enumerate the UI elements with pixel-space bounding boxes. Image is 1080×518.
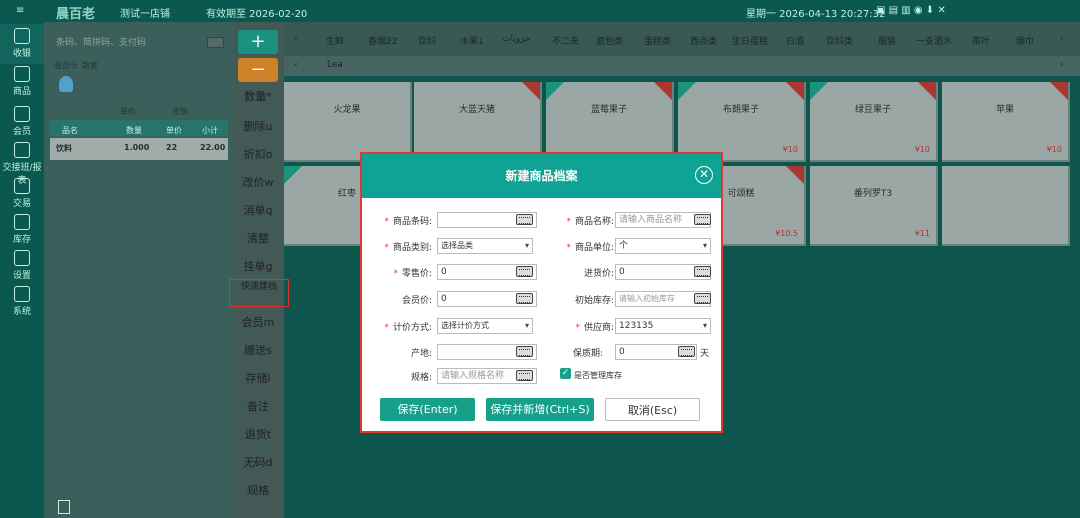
initial-stock-label: 初始库存: [574,296,614,306]
purchase-price-label: 进货价: [583,269,614,279]
cancel-button[interactable]: 取消(Esc) [605,398,700,421]
keyboard-icon[interactable] [678,346,695,357]
keyboard-icon[interactable] [694,266,711,277]
chevron-down-icon[interactable]: ▾ [525,241,529,250]
close-icon[interactable]: ✕ [695,166,713,184]
save-and-new-button[interactable]: 保存并新增(Ctrl+S) [486,398,594,421]
unit-label: * 商品单位: [566,243,614,253]
save-button[interactable]: 保存(Enter) [380,398,475,421]
keyboard-icon[interactable] [516,346,533,357]
product-name-label: * 商品名称: [566,217,614,227]
category-select[interactable]: 选择品类 [437,238,533,254]
keyboard-icon[interactable] [694,214,711,225]
barcode-label: * 商品条码: [384,217,432,227]
unit-select[interactable]: 个 [615,238,711,254]
supplier-select[interactable]: 123135 [615,318,711,334]
pricing-method-label: * 计价方式: [384,323,432,333]
keyboard-icon[interactable] [516,214,533,225]
member-price-label: 会员价: [401,296,432,306]
pricing-method-select[interactable]: 选择计价方式 [437,318,533,334]
manage-stock-label: 是否管理库存 [574,371,622,380]
shelf-life-unit: 天 [700,349,710,359]
new-product-dialog: 新建商品档案 ✕ * 商品条码: * 商品名称: 请输入商品名称 * 商品类别: 选择… [360,152,723,433]
keyboard-icon[interactable] [694,293,711,304]
shelf-life-label: 保质期: [572,349,603,359]
dialog-title: 新建商品档案 [505,169,578,183]
keyboard-icon[interactable] [516,266,533,277]
retail-price-label: * 零售价: [393,269,432,279]
chevron-down-icon[interactable]: ▾ [703,321,707,330]
chevron-down-icon[interactable]: ▾ [525,321,529,330]
dialog-header: 新建商品档案 ✕ [362,154,721,198]
supplier-label: * 供应商: [575,323,614,333]
chevron-down-icon[interactable]: ▾ [703,241,707,250]
manage-stock-checkbox[interactable]: ✓ [560,368,571,379]
keyboard-icon[interactable] [516,293,533,304]
origin-label: 产地: [410,349,432,359]
keyboard-icon[interactable] [516,370,533,381]
spec-label: 规格: [410,373,432,383]
category-label: * 商品类别: [384,243,432,253]
